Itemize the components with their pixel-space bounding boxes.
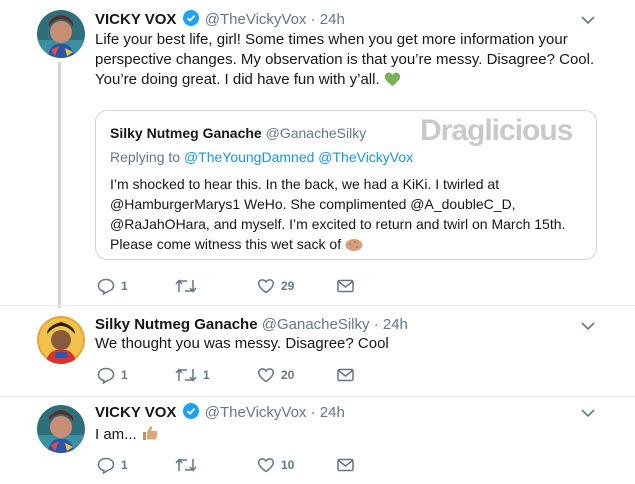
quoted-text-line: @RaJahOHara, and myself. I’m excited to … <box>110 216 566 232</box>
retweet-icon <box>175 279 197 293</box>
reply-button[interactable]: 1 <box>97 276 128 296</box>
verified-badge-icon <box>182 403 199 423</box>
quoted-text-line-content: Please come witness this wet sack of <box>110 236 342 252</box>
handle[interactable]: @TheVickyVox <box>205 11 307 28</box>
chevron-down-icon[interactable] <box>581 321 595 331</box>
separator-dot: · <box>310 11 316 28</box>
handle[interactable]: @GanacheSilky <box>262 316 370 333</box>
reply-button[interactable]: 1 <box>97 455 128 475</box>
reply-icon <box>97 278 115 295</box>
reply-button[interactable]: 1 <box>97 365 128 385</box>
reply-icon <box>97 367 115 384</box>
heart-icon <box>257 279 275 294</box>
like-button[interactable]: 29 <box>257 276 294 296</box>
display-name[interactable]: VICKY VOX <box>95 404 176 421</box>
like-button[interactable]: 20 <box>257 365 294 385</box>
dm-button[interactable] <box>337 365 354 385</box>
reply-count: 1 <box>121 458 128 472</box>
heart-icon <box>257 368 275 383</box>
replying-to-handles[interactable]: @TheYoungDamned @TheVickyVox <box>184 149 413 165</box>
dm-button[interactable] <box>337 455 354 475</box>
quoted-tweet-text: I’m shocked to hear this. In the back, w… <box>110 174 590 257</box>
tweet-text-line: Life your best life, girl! Some times wh… <box>95 31 568 48</box>
tweet-header: VICKY VOX @TheVickyVox · 24h <box>95 403 345 423</box>
chevron-down-icon[interactable] <box>581 408 595 418</box>
quoted-text-line: Please come witness this wet sack of <box>110 234 590 257</box>
divider <box>0 396 635 397</box>
handle[interactable]: @TheVickyVox <box>205 404 307 421</box>
reply-count: 1 <box>121 368 128 382</box>
tweet-text-line-content: I am... <box>95 426 137 443</box>
verified-badge-icon <box>182 10 199 30</box>
tweet-header: Silky Nutmeg Ganache @GanacheSilky · 24h <box>95 316 408 333</box>
tweet-text-line: You’re doing great. I did have fun with … <box>95 70 594 93</box>
tweet-text: Life your best life, girl! Some times wh… <box>95 30 594 93</box>
like-count: 29 <box>281 279 295 293</box>
timestamp[interactable]: 24h <box>383 316 408 333</box>
envelope-icon <box>337 279 354 293</box>
retweet-button[interactable] <box>175 276 203 296</box>
avatar[interactable] <box>37 405 85 453</box>
tweet-text-line: We thought you was messy. Disagree? Cool <box>95 335 389 352</box>
potato-emoji-icon <box>345 237 363 257</box>
quoted-handle: @GanacheSilky <box>265 125 367 141</box>
avatar[interactable] <box>37 10 85 58</box>
quoted-tweet-header: Silky Nutmeg Ganache @GanacheSilky <box>110 125 366 141</box>
tweet-text-line-content: You’re doing great. I did have fun with … <box>95 71 380 88</box>
tweet-header: VICKY VOX @TheVickyVox · 24h <box>95 10 345 30</box>
watermark-logo: Draglicious <box>420 114 573 147</box>
separator-dot: · <box>310 404 316 421</box>
tweet-text-line: I am... <box>95 424 159 448</box>
quoted-display-name: Silky Nutmeg Ganache <box>110 125 262 141</box>
reply-count: 1 <box>121 279 128 293</box>
tweet-text-line: perspective changes. My observation is t… <box>95 51 595 68</box>
green-heart-emoji-icon <box>384 71 401 93</box>
like-button[interactable]: 10 <box>257 455 294 475</box>
quoted-text-line: I’m shocked to hear this. In the back, w… <box>110 176 500 192</box>
replying-to-prefix: Replying to <box>110 149 181 165</box>
thumbs-up-emoji-icon <box>141 424 159 448</box>
quoted-text-line: @HamburgerMarys1 WeHo. She complimented … <box>110 196 516 212</box>
tweet-text: I am... <box>95 424 159 448</box>
timestamp[interactable]: 24h <box>320 404 345 421</box>
like-count: 20 <box>281 368 295 382</box>
avatar[interactable] <box>37 316 85 364</box>
retweet-count: 1 <box>203 368 210 382</box>
retweet-button[interactable]: 1 <box>175 365 210 385</box>
like-count: 10 <box>281 458 295 472</box>
timestamp[interactable]: 24h <box>320 11 345 28</box>
retweet-icon <box>175 368 197 382</box>
retweet-icon <box>175 458 197 472</box>
tweet-text: We thought you was messy. Disagree? Cool <box>95 334 389 354</box>
display-name[interactable]: Silky Nutmeg Ganache <box>95 316 258 333</box>
separator-dot: · <box>373 316 379 333</box>
envelope-icon <box>337 368 354 382</box>
retweet-button[interactable] <box>175 455 203 475</box>
display-name[interactable]: VICKY VOX <box>95 11 176 28</box>
envelope-icon <box>337 458 354 472</box>
thread-line <box>58 62 61 308</box>
dm-button[interactable] <box>337 276 354 296</box>
heart-icon <box>257 458 275 473</box>
divider <box>0 305 635 306</box>
chevron-down-icon[interactable] <box>581 15 595 25</box>
reply-icon <box>97 457 115 474</box>
replying-to: Replying to @TheYoungDamned @TheVickyVox <box>110 149 413 165</box>
